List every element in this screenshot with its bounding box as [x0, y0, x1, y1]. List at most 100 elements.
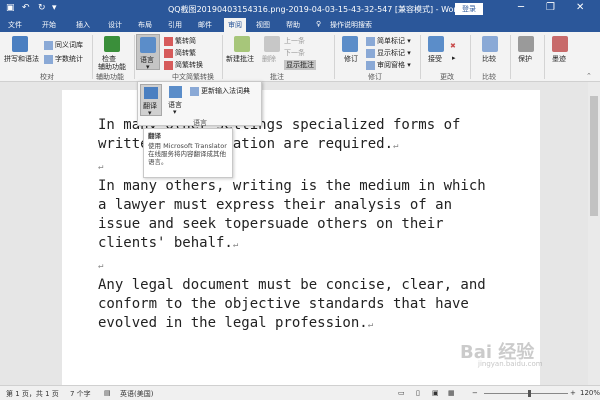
text-line: a lawyer must express their analysis of … [98, 197, 453, 213]
save-icon[interactable]: ▣ [6, 3, 15, 13]
thesaurus-button[interactable]: 同义词库 [44, 40, 83, 50]
update-ime-button[interactable]: 更新输入法词典 [190, 86, 250, 96]
next-comment-button[interactable]: 下一条 [284, 48, 305, 58]
collapse-ribbon-icon[interactable]: ⌃ [586, 72, 592, 80]
t2s-icon [164, 36, 173, 46]
translate-button[interactable]: 翻译 ▾ [140, 84, 162, 117]
divider [470, 35, 471, 79]
redo-icon[interactable]: ↻ [38, 3, 46, 13]
compare-icon [482, 36, 498, 52]
show-comments-button[interactable]: 显示批注 [284, 60, 316, 70]
chevron-down-icon: ▾ [146, 63, 150, 71]
accept-icon [428, 36, 444, 52]
book-icon [44, 40, 53, 50]
text-line: clients' behalf. [98, 235, 233, 251]
group-comments: 批注 [270, 73, 284, 81]
new-comment-icon [234, 36, 250, 52]
title-bar: ▣ ↶ ↻ ▾ QQ截图20190403154316.png-2019-04-0… [0, 0, 600, 18]
update-ime-label: 更新输入法词典 [201, 87, 250, 95]
read-mode-icon[interactable]: ▯ [416, 389, 420, 397]
review-pane-button[interactable]: 审阅窗格 ▾ [366, 60, 411, 70]
translate-tooltip: 翻译 使用 Microsoft Translator 在线服务将内容翻译成其他语… [143, 128, 233, 178]
language-icon [140, 37, 156, 53]
tab-help[interactable]: 帮助 [286, 20, 300, 30]
tab-home[interactable]: 开始 [42, 20, 56, 30]
zoom-slider-thumb[interactable] [528, 390, 531, 397]
web-layout-icon[interactable]: ▦ [448, 389, 455, 397]
convert-button[interactable]: 简繁转换 [164, 60, 203, 70]
dictionary-icon [190, 86, 199, 96]
tab-layout[interactable]: 布局 [138, 20, 152, 30]
ribbon-tabs: 文件 开始 插入 设计 布局 引用 邮件 审阅 视图 帮助 ♀ 操作说明搜索 [0, 18, 600, 32]
print-layout-icon[interactable]: ▣ [432, 389, 439, 397]
wordcount-button[interactable]: 字数统计 [44, 54, 83, 64]
restore-button[interactable]: ❐ [546, 2, 555, 13]
paragraph-mark-icon: ↵ [367, 320, 374, 330]
reject-icon[interactable]: ✖ [450, 42, 456, 50]
markup-select[interactable]: 简单标记 ▾ [366, 36, 411, 46]
divider [510, 35, 511, 79]
t2s-label: 繁转简 [175, 37, 196, 45]
tab-insert[interactable]: 插入 [76, 20, 90, 30]
paragraph-mark-icon: ↵ [98, 261, 104, 271]
zoom-level[interactable]: 120% [580, 389, 600, 397]
ink-button[interactable]: 墨迹 [552, 54, 566, 64]
text-line: Any legal document must be concise, clea… [98, 277, 486, 293]
close-button[interactable]: ✕ [576, 2, 584, 13]
word-count[interactable]: 7 个字 [70, 389, 91, 399]
s2t-icon [164, 48, 173, 58]
tab-design[interactable]: 设计 [108, 20, 122, 30]
zoom-slider[interactable] [484, 390, 568, 397]
language-button[interactable]: 语言 ▾ [136, 34, 160, 71]
proofing-status-icon[interactable]: ▤ [104, 389, 111, 397]
login-button[interactable]: 登录 [455, 3, 483, 15]
convert-icon [164, 60, 173, 70]
show-markup-button[interactable]: 显示标记 ▾ [366, 48, 411, 58]
group-changes: 更改 [440, 73, 454, 81]
new-comment-button[interactable]: 新建批注 [226, 54, 254, 64]
text-line: In many others, writing is the medium in… [98, 178, 486, 194]
markup-label: 简单标记 [377, 37, 405, 45]
group-proofing: 校对 [40, 73, 54, 81]
scrollbar-thumb[interactable] [590, 96, 598, 216]
undo-icon[interactable]: ↶ [22, 3, 30, 13]
vertical-scrollbar[interactable] [588, 82, 600, 385]
spelling-button[interactable]: 拼写和语法 [4, 54, 39, 64]
divider [92, 35, 93, 79]
convert-label: 简繁转换 [175, 61, 203, 69]
zoom-in-icon[interactable]: + [570, 389, 576, 397]
zoom-out-icon[interactable]: − [472, 389, 478, 397]
protect-button[interactable]: 保护 [518, 54, 532, 64]
tooltip-title: 翻译 [148, 132, 161, 140]
track-changes-button[interactable]: 修订 [344, 54, 358, 64]
page-count[interactable]: 第 1 页，共 1 页 [6, 389, 59, 399]
tell-me-search[interactable]: 操作说明搜索 [330, 20, 372, 30]
ribbon-review: 拼写和语法 同义词库 字数统计 校对 检查 辅助功能 辅助功能 语言 ▾ 繁转简… [0, 32, 600, 82]
text-line: conform to the objective standards that … [98, 296, 469, 312]
abc-count-icon [44, 54, 53, 64]
accept-button[interactable]: 接受 [428, 54, 442, 64]
customize-icon[interactable]: ▾ [52, 3, 57, 13]
delete-comment-button[interactable]: 删除 [262, 54, 276, 64]
track-changes-icon [342, 36, 358, 52]
language-menu-button[interactable]: 语言 ▾ [166, 84, 186, 116]
wordcount-label: 字数统计 [55, 55, 83, 63]
divider [544, 35, 545, 79]
paragraph-mark-icon: ↵ [98, 162, 104, 172]
tab-references[interactable]: 引用 [168, 20, 182, 30]
minimize-button[interactable]: ─ [518, 2, 524, 13]
focus-mode-icon[interactable]: ▭ [398, 389, 405, 397]
compare-button[interactable]: 比较 [482, 54, 496, 64]
prev-comment-button[interactable]: 上一条 [284, 36, 305, 46]
delete-comment-icon [264, 36, 280, 52]
text-line: evolved in the legal profession. [98, 315, 368, 331]
tab-view[interactable]: 视图 [256, 20, 270, 30]
window-title: QQ截图20190403154316.png-2019-04-03-15-43-… [168, 5, 462, 14]
tab-file[interactable]: 文件 [8, 20, 22, 30]
next-change-icon[interactable]: ▸ [452, 54, 456, 62]
t2s-button[interactable]: 繁转简 [164, 36, 196, 46]
language-status[interactable]: 英语(美国) [120, 389, 153, 399]
tab-review[interactable]: 审阅 [224, 18, 246, 32]
s2t-button[interactable]: 简转繁 [164, 48, 196, 58]
tab-mailings[interactable]: 邮件 [198, 20, 212, 30]
